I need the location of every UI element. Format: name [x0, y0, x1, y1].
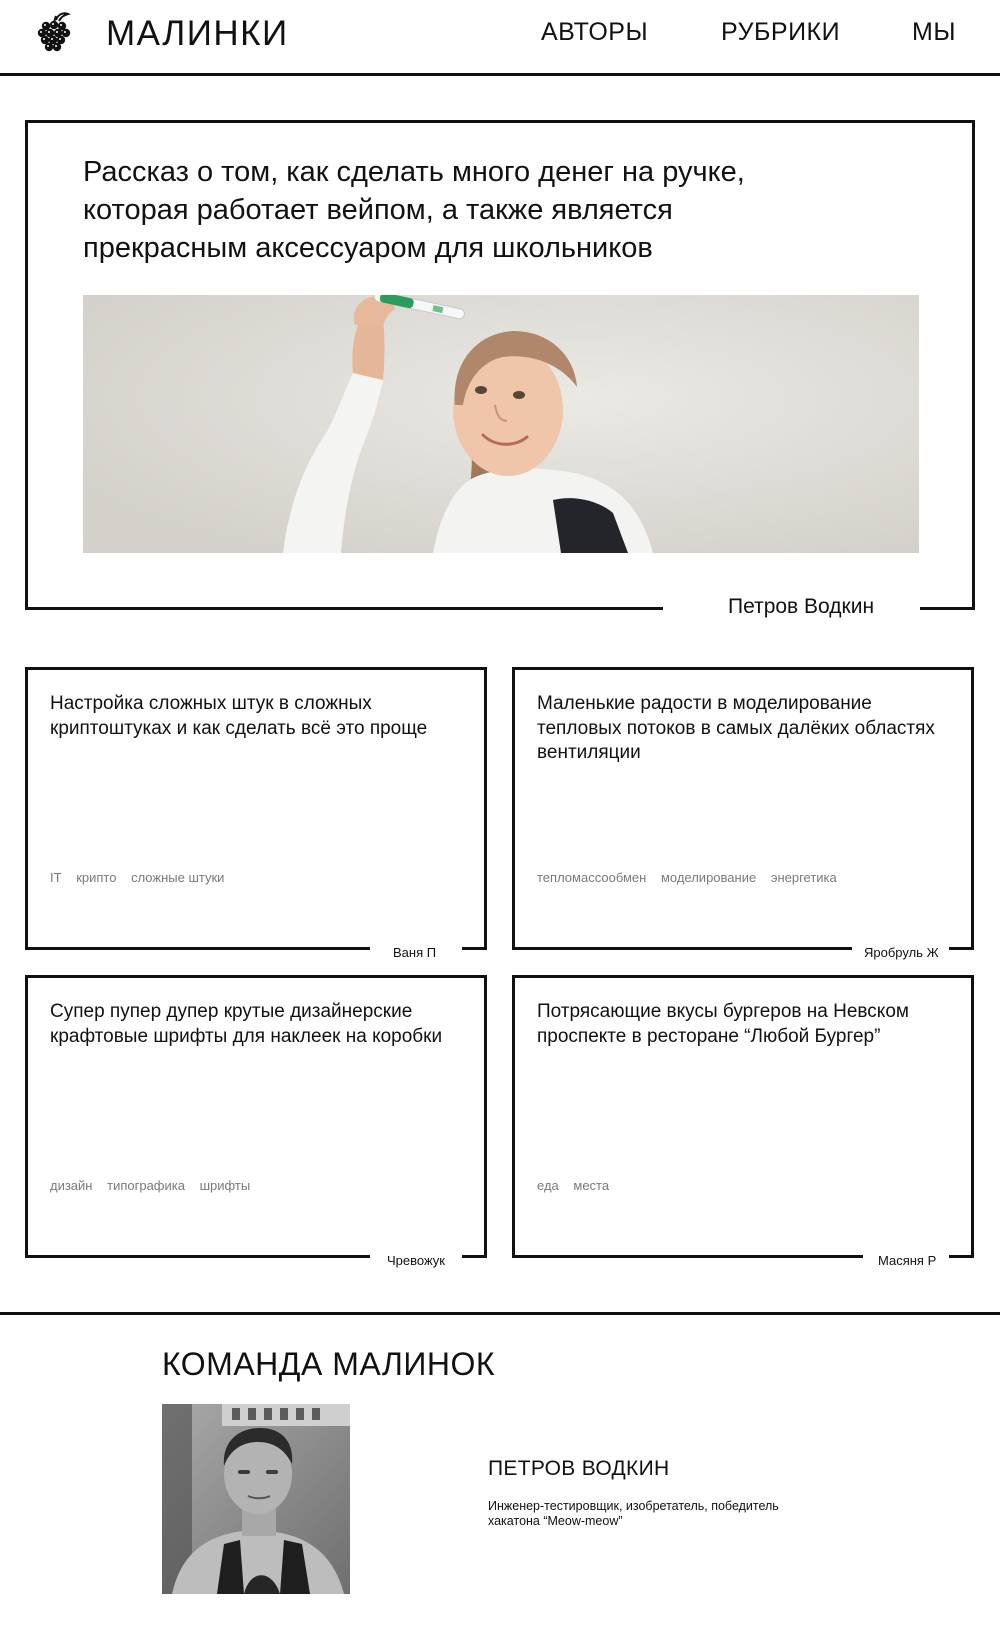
article-tags: IT крипто сложные штуки — [50, 870, 235, 885]
team-section-title: КОМАНДА МАЛИНОК — [162, 1346, 496, 1382]
team-member-photo — [162, 1404, 350, 1594]
tag-link[interactable]: шрифты — [200, 1178, 251, 1193]
featured-article-title[interactable]: Рассказ о том, как сделать много денег н… — [83, 153, 843, 267]
section-divider — [0, 1312, 1000, 1315]
article-author[interactable]: Яробруль Ж — [864, 945, 939, 960]
article-card[interactable]: Маленькие радости в моделирование теплов… — [512, 667, 974, 960]
article-tags: еда места — [537, 1178, 620, 1193]
tag-link[interactable]: моделирование — [661, 870, 756, 885]
tag-link[interactable]: дизайн — [50, 1178, 92, 1193]
article-card[interactable]: Потрясающие вкусы бургеров на Невском пр… — [512, 975, 974, 1268]
article-tags: тепломассообмен моделирование энергетика — [537, 870, 848, 885]
tag-link[interactable]: сложные штуки — [131, 870, 224, 885]
tag-link[interactable]: энергетика — [771, 870, 837, 885]
team-member-name[interactable]: ПЕТРОВ ВОДКИН — [488, 1457, 669, 1481]
nav-us-link[interactable]: МЫ — [912, 18, 956, 47]
nav-rubrics-link[interactable]: РУБРИКИ — [721, 18, 840, 47]
nav-authors-link[interactable]: АВТОРЫ — [541, 18, 648, 47]
article-author[interactable]: Чревожук — [387, 1253, 445, 1268]
featured-article-card[interactable]: Рассказ о том, как сделать много денег н… — [25, 120, 975, 618]
tag-link[interactable]: IT — [50, 870, 62, 885]
article-title[interactable]: Настройка сложных штук в сложных криптош… — [50, 692, 460, 741]
article-title[interactable]: Супер пупер дупер крутые дизайнерские кр… — [50, 1000, 460, 1049]
tag-link[interactable]: крипто — [76, 870, 116, 885]
brand-name[interactable]: МАЛИНКИ — [106, 14, 289, 54]
article-card[interactable]: Настройка сложных штук в сложных криптош… — [25, 667, 487, 960]
article-author[interactable]: Масяня Р — [878, 1253, 936, 1268]
tag-link[interactable]: места — [573, 1178, 609, 1193]
site-header: МАЛИНКИ АВТОРЫ РУБРИКИ МЫ — [0, 0, 1000, 76]
article-tags: дизайн типографика шрифты — [50, 1178, 261, 1193]
article-card[interactable]: Супер пупер дупер крутые дизайнерские кр… — [25, 975, 487, 1268]
tag-link[interactable]: еда — [537, 1178, 559, 1193]
featured-article-image — [83, 295, 919, 553]
featured-article-author[interactable]: Петров Водкин — [728, 595, 874, 619]
article-author[interactable]: Ваня П — [393, 945, 436, 960]
article-title[interactable]: Потрясающие вкусы бургеров на Невском пр… — [537, 1000, 947, 1049]
raspberry-logo-icon[interactable] — [34, 12, 74, 54]
tag-link[interactable]: типографика — [107, 1178, 185, 1193]
article-title[interactable]: Маленькие радости в моделирование теплов… — [537, 692, 947, 766]
tag-link[interactable]: тепломассообмен — [537, 870, 646, 885]
team-member-description: Инженер-тестировщик, изобретатель, побед… — [488, 1499, 779, 1528]
